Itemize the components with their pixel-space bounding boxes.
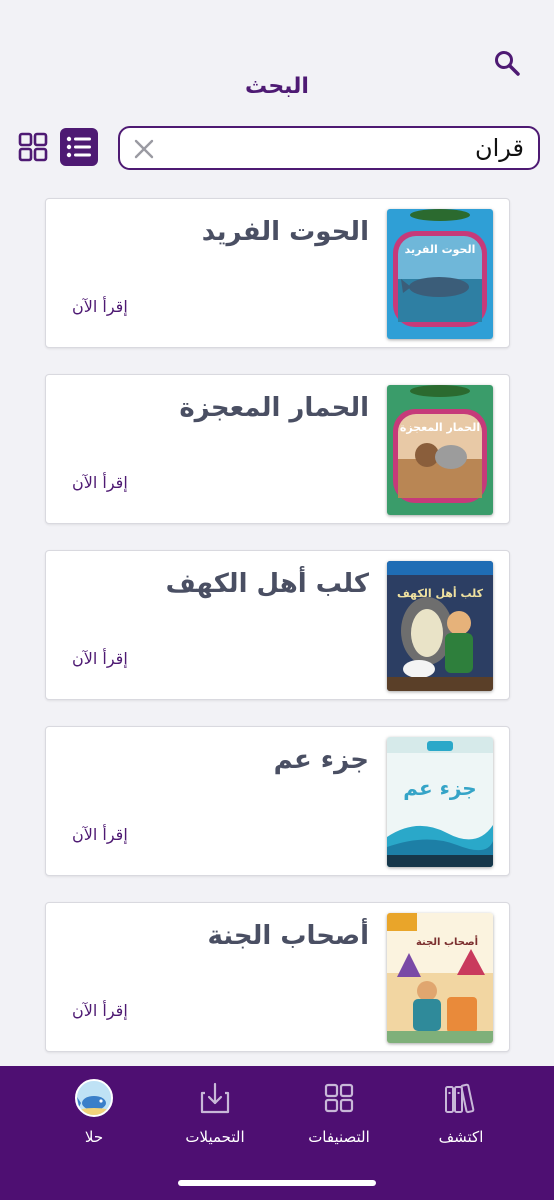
- result-card[interactable]: أصحاب الجنة أصحاب الجنة إقرأ الآن: [45, 902, 510, 1052]
- books-icon: [441, 1078, 481, 1118]
- search-box: [118, 126, 540, 170]
- book-cover: كلب أهل الكهف: [387, 561, 493, 691]
- grid-view-button[interactable]: [16, 130, 50, 164]
- search-icon: [495, 51, 520, 76]
- read-now-link[interactable]: إقرأ الآن: [72, 649, 128, 668]
- book-cover: أصحاب الجنة: [387, 913, 493, 1043]
- download-icon: [195, 1078, 235, 1118]
- book-cover: الحمار المعجزة: [387, 385, 493, 515]
- tab-profile-label: حلا: [84, 1128, 104, 1146]
- book-title: جزء عم: [273, 745, 369, 775]
- cover-title: أصحاب الجنة: [416, 935, 478, 948]
- tab-explore[interactable]: اكتشف: [406, 1078, 516, 1158]
- cover-title: كلب أهل الكهف: [397, 586, 484, 600]
- tab-downloads[interactable]: التحميلات: [160, 1078, 270, 1158]
- home-indicator: [178, 1180, 376, 1186]
- tab-explore-label: اكتشف: [438, 1128, 484, 1146]
- tab-downloads-label: التحميلات: [185, 1128, 245, 1146]
- result-card[interactable]: الحمار المعجزة الحمار المعجزة إقرأ الآن: [45, 374, 510, 524]
- list-view-button[interactable]: [60, 128, 98, 166]
- book-cover: جزء عم: [387, 737, 493, 867]
- read-now-link[interactable]: إقرأ الآن: [72, 297, 128, 316]
- tab-categories[interactable]: التصنيفات: [284, 1078, 394, 1158]
- read-now-link[interactable]: إقرأ الآن: [72, 825, 128, 844]
- clear-search-button[interactable]: [132, 137, 156, 161]
- tab-profile[interactable]: حلا: [39, 1078, 149, 1158]
- book-title: كلب أهل الكهف: [165, 569, 369, 599]
- tab-categories-label: التصنيفات: [308, 1128, 370, 1146]
- grid-view-icon: [18, 132, 48, 162]
- result-card[interactable]: كلب أهل الكهف كلب أهل الكهف إقرأ الآن: [45, 550, 510, 700]
- book-title: الحمار المعجزة: [179, 393, 369, 423]
- list-view-icon: [66, 136, 91, 158]
- close-icon: [134, 139, 154, 159]
- book-cover: الحوت الفريد: [387, 209, 493, 339]
- categories-icon: [319, 1078, 359, 1118]
- cover-title: الحمار المعجزة: [400, 421, 480, 434]
- book-title: الحوت الفريد: [201, 217, 369, 247]
- cover-title: الحوت الفريد: [405, 243, 476, 256]
- search-input[interactable]: [176, 130, 524, 166]
- read-now-link[interactable]: إقرأ الآن: [72, 1001, 128, 1020]
- read-now-link[interactable]: إقرأ الآن: [72, 473, 128, 492]
- avatar: [74, 1078, 114, 1118]
- result-card[interactable]: الحوت الفريد الحوت الفريد إقرأ الآن: [45, 198, 510, 348]
- book-title: أصحاب الجنة: [207, 921, 369, 951]
- result-card[interactable]: جزء عم جزء عم إقرأ الآن: [45, 726, 510, 876]
- page-title: البحث: [245, 74, 309, 99]
- cover-title: جزء عم: [403, 776, 476, 800]
